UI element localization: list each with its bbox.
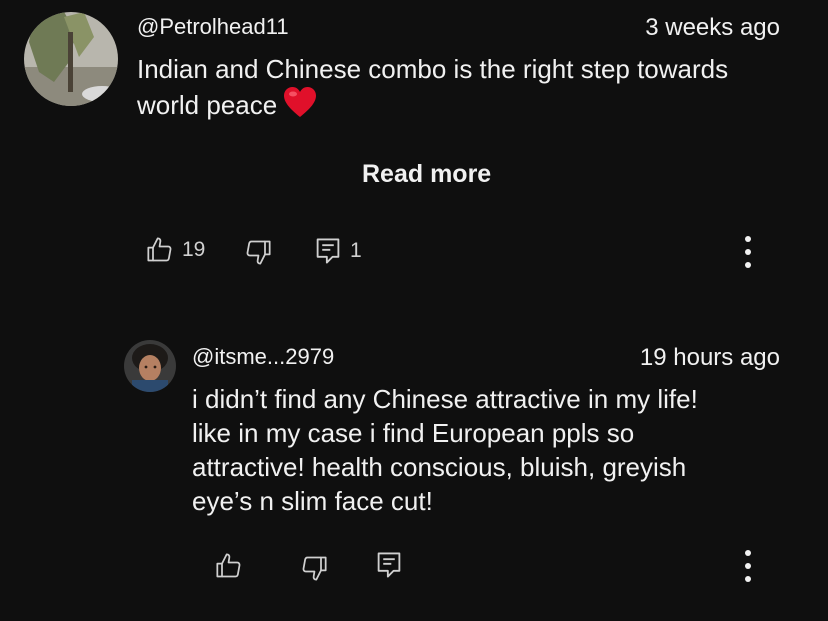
like-button[interactable]: 19 [146, 236, 205, 264]
comment-timestamp[interactable]: 3 weeks ago [645, 14, 780, 42]
like-count: 19 [182, 238, 206, 261]
replier-avatar[interactable] [124, 340, 176, 392]
reply-comment-icon [375, 550, 403, 580]
reply-text-line: eye’s n slim face cut! [192, 486, 433, 516]
commenter-handle[interactable]: @Petrolhead11 [137, 14, 289, 40]
thumbs-up-icon [215, 552, 243, 580]
reply-comment-icon [314, 236, 342, 266]
reply-dislike-button[interactable] [300, 554, 328, 582]
reply-like-button[interactable] [215, 552, 243, 580]
reply-count: 1 [350, 239, 362, 262]
read-more-button[interactable]: Read more [362, 160, 491, 189]
comment-text: Indian and Chinese combo is the right st… [137, 52, 728, 126]
heart-emoji-icon [283, 86, 317, 126]
replier-handle[interactable]: @itsme...2979 [192, 344, 334, 370]
dislike-button[interactable] [244, 238, 272, 266]
reply-reply-button[interactable] [375, 550, 403, 580]
reply-more-options-icon[interactable] [738, 548, 758, 584]
comment-text-line-content: world peace [137, 90, 278, 120]
thumbs-down-icon [244, 238, 272, 266]
thumbs-down-icon [300, 554, 328, 582]
reply-text-line: i didn’t find any Chinese attractive in … [192, 384, 698, 414]
comment-more-options-icon[interactable] [738, 234, 758, 270]
comment-text-line: Indian and Chinese combo is the right st… [137, 54, 729, 84]
commenter-avatar[interactable] [24, 12, 118, 106]
reply-text: i didn’t find any Chinese attractive in … [192, 382, 698, 518]
thumbs-up-icon [146, 236, 174, 264]
reply-text-line: attractive! health conscious, bluish, gr… [192, 452, 687, 482]
reply-button[interactable]: 1 [314, 236, 362, 266]
reply-timestamp[interactable]: 19 hours ago [640, 344, 780, 372]
reply-text-line: like in my case i find European ppls so [192, 418, 635, 448]
comment-text-line: world peace [137, 86, 728, 126]
